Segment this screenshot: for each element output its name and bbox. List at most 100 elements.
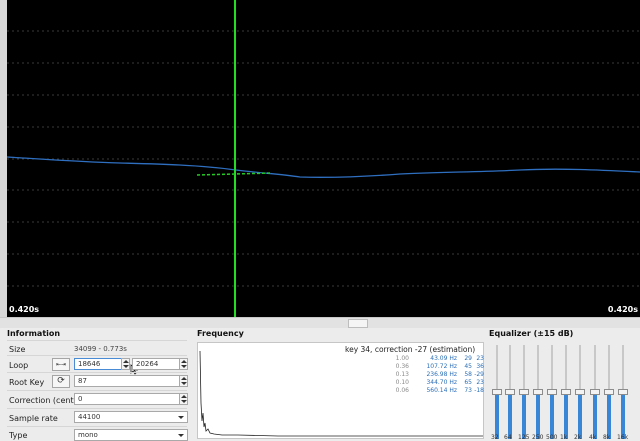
peak-cell: 560.14 Hz: [426, 387, 457, 394]
waveform-canvas: [6, 0, 640, 317]
peak-cell: 0.06: [395, 387, 409, 394]
peak-cell: 0.13: [395, 371, 409, 378]
eq-handle[interactable]: [575, 389, 585, 395]
row-divider: [7, 408, 187, 409]
peak-cell: 236.98 Hz: [426, 371, 457, 378]
correction-spinner[interactable]: [179, 393, 188, 405]
time-end-label: 0.420s: [607, 305, 638, 314]
eq-fill: [564, 395, 568, 439]
eq-fill: [593, 395, 597, 439]
loop-end-input[interactable]: 20264: [132, 358, 180, 370]
sample-rate-label: Sample rate: [9, 414, 58, 423]
root-key-refresh-button[interactable]: ⟳: [52, 375, 70, 388]
eq-band-label: 125: [518, 434, 530, 441]
eq-handle[interactable]: [519, 389, 529, 395]
size-value: 34099 - 0.773s: [74, 345, 127, 353]
eq-fill: [607, 395, 611, 439]
eq-slider-16k[interactable]: [618, 343, 628, 439]
peak-cell: 23: [476, 355, 484, 362]
peak-cell: -18: [474, 387, 484, 394]
eq-fill: [621, 395, 625, 439]
correction-label: Correction (cents): [9, 396, 81, 405]
eq-handle[interactable]: [547, 389, 557, 395]
info-divider: [7, 340, 187, 341]
eq-handle[interactable]: [492, 389, 502, 395]
loop-start-spinner[interactable]: [121, 358, 130, 370]
peak-cell: 65: [464, 379, 472, 386]
sample-rate-value: 44100: [78, 413, 101, 421]
peak-cell: 45: [464, 363, 472, 370]
type-select[interactable]: mono: [74, 429, 188, 441]
eq-handle[interactable]: [561, 389, 571, 395]
eq-slider-64[interactable]: [505, 343, 515, 439]
waveform-scrollbar[interactable]: [0, 317, 640, 328]
eq-band-label: 32: [491, 434, 499, 441]
correction-input[interactable]: 0: [74, 393, 180, 405]
size-label: Size: [9, 345, 26, 354]
eq-handle[interactable]: [604, 389, 614, 395]
root-key-label: Root Key: [9, 378, 45, 387]
time-start-label: 0.420s: [9, 305, 40, 314]
eq-fill: [536, 395, 540, 439]
peak-cell: 0.10: [395, 379, 409, 386]
peak-cell: 29: [464, 355, 472, 362]
peak-cell: 58: [464, 371, 472, 378]
waveform-grid: [7, 30, 640, 287]
row-divider: [7, 372, 187, 373]
eq-slider-2k[interactable]: [575, 343, 585, 439]
row-divider: [7, 355, 187, 356]
peak-cell: 0.36: [395, 363, 409, 370]
eq-slider-250[interactable]: [533, 343, 543, 439]
loop-start-input[interactable]: 18646: [74, 358, 122, 370]
eq-band-label: 2k: [574, 434, 582, 441]
root-key-input[interactable]: 87: [74, 375, 180, 387]
eq-handle[interactable]: [618, 389, 628, 395]
refresh-icon: ⟳: [57, 376, 65, 386]
eq-fill: [508, 395, 512, 439]
loop-bounds-icon: ⇤⇥: [55, 361, 67, 368]
eq-band-label: 500: [546, 434, 558, 441]
frequency-estimation: key 34, correction -27 (estimation): [345, 345, 476, 354]
peak-cell: 107.72 Hz: [426, 363, 457, 370]
waveform-signal: [6, 156, 640, 179]
chevron-down-icon: [178, 416, 184, 419]
row-divider: [7, 426, 187, 427]
eq-band-label: 1k: [560, 434, 568, 441]
chevron-down-icon: [178, 434, 184, 437]
eq-fill: [522, 395, 526, 439]
scrollbar-thumb[interactable]: [348, 319, 368, 328]
eq-handle[interactable]: [505, 389, 515, 395]
peak-cell: 73: [464, 387, 472, 394]
peak-cell: -29: [474, 371, 484, 378]
root-key-spinner[interactable]: [179, 375, 188, 387]
loop-bounds-button[interactable]: ⇤⇥: [52, 358, 70, 371]
eq-fill: [550, 395, 554, 439]
eq-slider-125[interactable]: [519, 343, 529, 439]
loop-label: Loop: [9, 361, 29, 370]
peak-cell: 23: [476, 379, 484, 386]
loop-end-spinner[interactable]: [179, 358, 188, 370]
info-panel-title: Information: [7, 329, 61, 338]
row-divider: [7, 390, 187, 391]
eq-slider-8k[interactable]: [604, 343, 614, 439]
eq-band-label: 4k: [589, 434, 597, 441]
peak-cell: 344.70 Hz: [426, 379, 457, 386]
sample-rate-select[interactable]: 44100: [74, 411, 188, 423]
eq-band-label: 16k: [617, 434, 629, 441]
eq-handle[interactable]: [590, 389, 600, 395]
frequency-panel-title: Frequency: [197, 329, 244, 338]
waveform-view[interactable]: 0.420s 0.420s: [0, 0, 640, 317]
eq-slider-1k[interactable]: [561, 343, 571, 439]
type-value: mono: [78, 431, 98, 439]
peak-cell: 1.00: [395, 355, 409, 362]
eq-fill: [495, 395, 499, 439]
eq-slider-4k[interactable]: [590, 343, 600, 439]
eq-handle[interactable]: [533, 389, 543, 395]
equalizer-title: Equalizer (±15 dB): [489, 329, 574, 338]
eq-slider-500[interactable]: [547, 343, 557, 439]
peak-cell: 36: [476, 363, 484, 370]
eq-slider-32[interactable]: [492, 343, 502, 439]
eq-fill: [578, 395, 582, 439]
eq-band-label: 8k: [603, 434, 611, 441]
eq-band-label: 64: [504, 434, 512, 441]
